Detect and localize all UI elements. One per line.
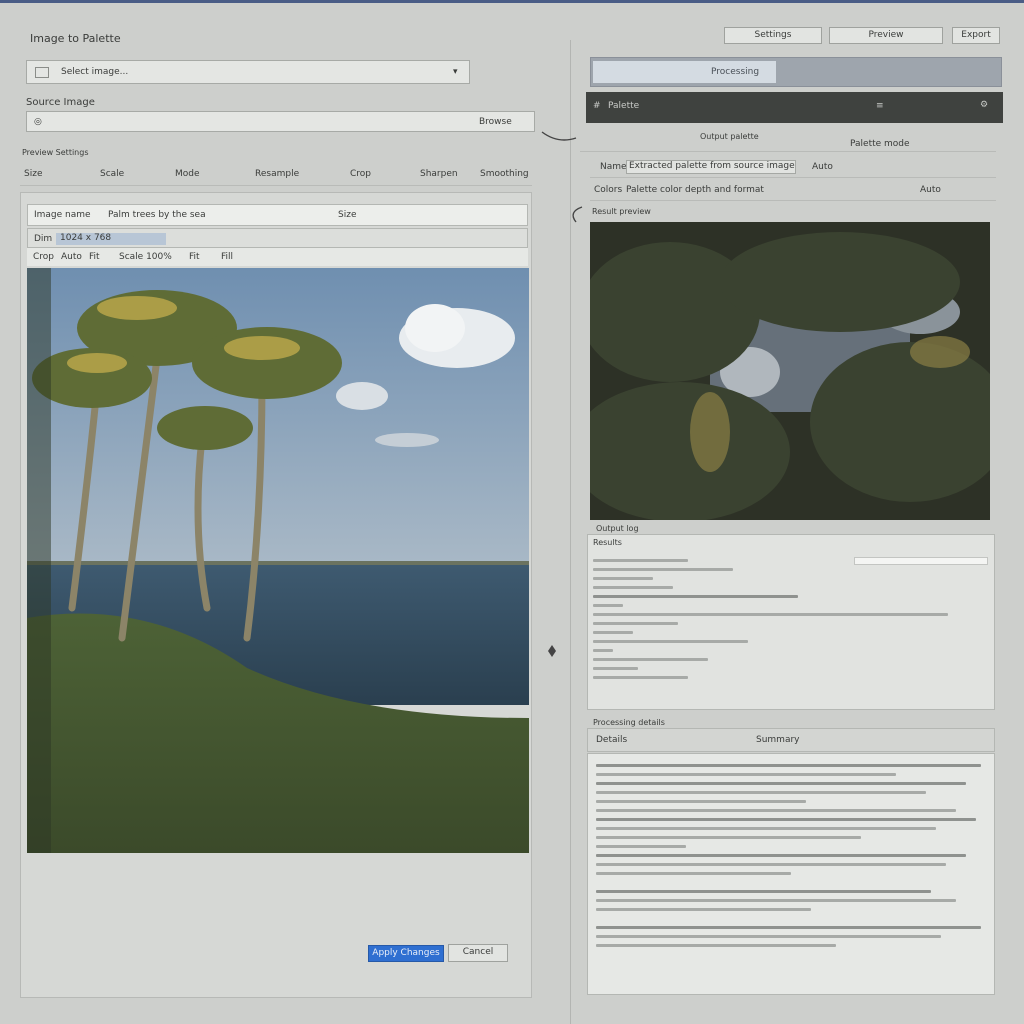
option-smoothing[interactable]: Smoothing: [480, 169, 529, 179]
options-row: Size Scale Mode Resample Crop Sharpen Sm…: [20, 162, 532, 186]
source-path-input[interactable]: ◎ Browse: [26, 111, 535, 132]
image-icon: [35, 67, 49, 78]
window-accent-bar: [0, 0, 1024, 3]
tab-details[interactable]: Details: [596, 735, 736, 745]
pin-icon: [547, 644, 557, 658]
meta-cell: Fill: [221, 252, 234, 262]
settings-row: Colors Palette color depth and format Au…: [590, 179, 996, 201]
details-text: [596, 764, 981, 953]
column-divider: [570, 40, 571, 1024]
toolbar-preview[interactable]: Preview: [829, 27, 943, 44]
cancel-button[interactable]: Cancel: [448, 944, 508, 962]
row-mode: Auto: [812, 162, 833, 172]
option-mode[interactable]: Mode: [175, 169, 200, 179]
row-key: Name: [600, 162, 627, 172]
palette-title: Palette: [608, 101, 640, 111]
meta-dim-value: 1024 x 768: [56, 233, 166, 245]
meta-cell: Fit: [89, 252, 100, 262]
details-tabs: Details Summary: [587, 728, 995, 752]
meta-header: Image name Palm trees by the sea Size: [27, 204, 528, 226]
palette-mode-row: Palette mode: [580, 138, 996, 152]
page-title: Image to Palette: [30, 32, 121, 45]
option-sharpen[interactable]: Sharpen: [420, 169, 458, 179]
settings-icon[interactable]: ⚙: [980, 100, 988, 110]
meta-row-2: Crop Auto Fit Scale 100% Fit Fill: [27, 248, 528, 266]
meta-cell: Auto: [61, 252, 82, 262]
log-header: Results: [593, 538, 622, 547]
meta-cell: Crop: [33, 252, 55, 262]
details-label: Processing details: [593, 718, 665, 727]
apply-button[interactable]: Apply Changes: [368, 945, 444, 962]
meta-name-label: Image name: [34, 210, 91, 220]
palette-title-bar: # Palette ≡ ⚙: [586, 92, 1003, 123]
log-label: Output log: [596, 524, 639, 533]
row-value: Palette color depth and format: [626, 185, 764, 195]
toolbar-settings[interactable]: Settings: [724, 27, 822, 44]
curved-arrow-icon: [540, 128, 580, 144]
curved-arrow-icon: [566, 204, 586, 226]
source-label: Source Image: [26, 97, 95, 108]
progress-track: Processing: [590, 57, 1002, 87]
row-mode: Auto: [920, 185, 941, 195]
option-resample[interactable]: Resample: [255, 169, 299, 179]
section-label: Preview Settings: [22, 148, 89, 157]
progress-label: Processing: [711, 67, 760, 77]
source-image-preview: [27, 268, 529, 853]
meta-row-1: Dim 1024 x 768: [27, 228, 528, 248]
meta-size-label: Size: [338, 210, 357, 220]
result-image-preview: [590, 222, 990, 520]
radio-icon: ◎: [34, 117, 42, 127]
log-lines: [593, 559, 953, 685]
preview-label: Result preview: [592, 207, 651, 216]
meta-name-value: Palm trees by the sea: [108, 210, 206, 220]
row-key: Colors: [594, 185, 623, 195]
details-panel: [587, 753, 995, 995]
option-scale[interactable]: Scale: [100, 169, 124, 179]
settings-row: Name Extracted palette from source image…: [590, 156, 996, 178]
tab-summary[interactable]: Summary: [756, 735, 800, 745]
meta-cell: Fit: [189, 252, 200, 262]
option-size[interactable]: Size: [24, 169, 42, 179]
hash-icon: #: [593, 101, 601, 111]
log-panel: Results: [587, 534, 995, 710]
settings-table: Name Extracted palette from source image…: [590, 156, 996, 202]
image-select[interactable]: Select image... ▾: [26, 60, 470, 84]
image-select-value: Select image...: [61, 67, 129, 77]
row-value[interactable]: Extracted palette from source image: [626, 160, 796, 174]
palette-mode-label: Palette mode: [850, 139, 910, 149]
menu-icon[interactable]: ≡: [876, 101, 884, 111]
option-crop[interactable]: Crop: [350, 169, 371, 179]
toolbar-export[interactable]: Export: [952, 27, 1000, 44]
path-hint[interactable]: Browse: [479, 117, 512, 127]
meta-dim-key: Dim: [34, 234, 53, 244]
chevron-down-icon: ▾: [453, 67, 458, 77]
meta-cell: Scale 100%: [119, 252, 172, 262]
